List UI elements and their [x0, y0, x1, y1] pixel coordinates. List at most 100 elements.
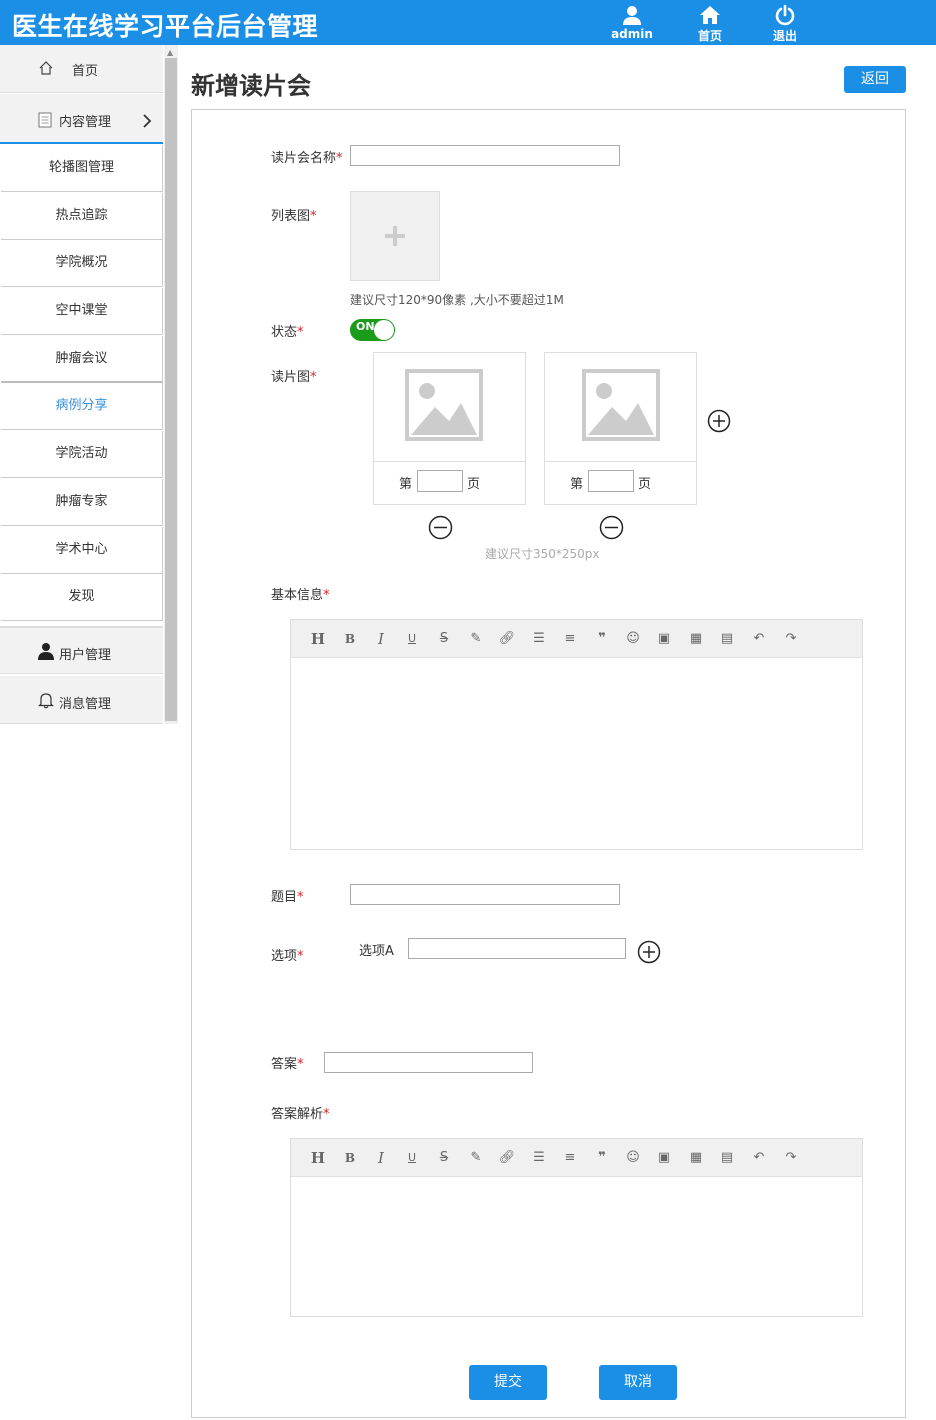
table-icon[interactable]: ▦ — [687, 1149, 705, 1167]
strikethrough-icon[interactable]: S — [435, 630, 453, 648]
sidebar-item-home[interactable]: 首页 — [0, 45, 163, 93]
answer-input[interactable] — [324, 1052, 533, 1073]
strikethrough-icon[interactable]: S — [435, 1149, 453, 1167]
sidebar-subitem[interactable]: 发现 — [1, 574, 163, 621]
remove-image-icon[interactable] — [428, 515, 453, 540]
image-icon[interactable]: ▣ — [655, 1149, 673, 1167]
question-input[interactable] — [350, 884, 620, 905]
list-image-upload[interactable] — [350, 191, 440, 281]
image-icon[interactable]: ▣ — [655, 630, 673, 648]
user-menu[interactable]: admin — [604, 4, 660, 41]
reading-image-card: 第 页 — [373, 352, 526, 505]
sidebar-subitem[interactable]: 热点追踪 — [1, 193, 163, 240]
undo-icon[interactable]: ↶ — [750, 630, 768, 648]
basic-info-editor: H B I U S ✎ 🔗︎ ☰ ≡ ❞ ☺ ▣ ▦ ▤ ↶ ↷ — [290, 619, 863, 850]
sidebar-subitem-label: 肿瘤会议 — [55, 351, 108, 366]
sidebar-item-messages[interactable]: 消息管理 — [0, 676, 163, 724]
plus-icon — [385, 226, 405, 246]
name-input[interactable] — [350, 145, 620, 166]
user-icon — [623, 6, 641, 25]
redo-icon[interactable]: ↷ — [782, 630, 800, 648]
pen-icon[interactable]: ✎ — [467, 630, 485, 648]
logout-label: 退出 — [772, 29, 797, 43]
document-icon — [38, 112, 52, 128]
page-title: 新增读片会 — [191, 72, 311, 100]
logout-link[interactable]: 退出 — [757, 4, 813, 44]
italic-icon[interactable]: I — [372, 630, 390, 648]
underline-icon[interactable]: U — [403, 1149, 421, 1167]
pen-icon[interactable]: ✎ — [467, 1149, 485, 1167]
image-placeholder-icon — [582, 369, 660, 441]
page-number-input[interactable] — [417, 470, 463, 492]
sidebar-subitem[interactable]: 空中课堂 — [1, 288, 163, 335]
status-toggle[interactable]: ON — [350, 319, 395, 341]
submit-button[interactable]: 提交 — [469, 1365, 547, 1400]
reading-image-hint: 建议尺寸350*250px — [485, 547, 600, 561]
list-icon[interactable]: ☰ — [530, 1149, 548, 1167]
sidebar-item-home-label: 首页 — [72, 64, 99, 79]
sidebar-subitem-label: 空中课堂 — [55, 303, 108, 318]
top-home-label: 首页 — [697, 29, 722, 43]
list-image-label: 列表图* — [271, 209, 317, 224]
basic-info-label: 基本信息* — [271, 588, 330, 603]
italic-icon[interactable]: I — [372, 1149, 390, 1167]
back-button[interactable]: 返回 — [844, 66, 906, 93]
reading-image-slot[interactable] — [374, 353, 525, 462]
scroll-up-icon[interactable]: ▲ — [167, 48, 173, 57]
image-placeholder-icon — [405, 369, 483, 441]
top-home-link[interactable]: 首页 — [682, 4, 738, 44]
sidebar-subitem-active[interactable]: 病例分享 — [1, 383, 163, 430]
emoji-icon[interactable]: ☺ — [624, 1149, 642, 1167]
sidebar-subitem-label: 轮播图管理 — [48, 160, 114, 175]
toggle-knob — [374, 320, 394, 340]
sidebar-scrollbar[interactable]: ▲ — [164, 45, 178, 724]
editor-content-area[interactable] — [291, 659, 862, 849]
add-image-icon[interactable] — [707, 409, 731, 433]
quote-icon[interactable]: ❞ — [593, 630, 611, 648]
link-icon[interactable]: 🔗︎ — [498, 1149, 516, 1167]
option-a-label: 选项A — [359, 944, 394, 959]
options-label: 选项* — [271, 949, 304, 964]
cancel-button[interactable]: 取消 — [599, 1365, 677, 1400]
add-option-icon[interactable] — [637, 940, 661, 964]
remove-image-icon[interactable] — [599, 515, 624, 540]
editor-toolbar: H B I U S ✎ 🔗︎ ☰ ≡ ❞ ☺ ▣ ▦ ▤ ↶ ↷ — [291, 1139, 862, 1177]
sidebar-subitem[interactable]: 学院概况 — [1, 240, 163, 287]
sidebar-item-content-label: 内容管理 — [59, 115, 112, 130]
heading-icon[interactable]: H — [309, 1149, 327, 1167]
sidebar-subitem[interactable]: 肿瘤会议 — [1, 336, 163, 383]
bold-icon[interactable]: B — [341, 1149, 359, 1167]
sidebar-subitem[interactable]: 轮播图管理 — [1, 145, 163, 192]
list-image-hint: 建议尺寸120*90像素 ,大小不要超过1M — [350, 293, 564, 307]
undo-icon[interactable]: ↶ — [750, 1149, 768, 1167]
app-title: 医生在线学习平台后台管理 — [12, 12, 319, 41]
sidebar-item-content[interactable]: 内容管理 — [0, 94, 163, 144]
reading-image-slot[interactable] — [545, 353, 696, 462]
align-icon[interactable]: ≡ — [561, 1149, 579, 1167]
table-icon[interactable]: ▦ — [687, 630, 705, 648]
redo-icon[interactable]: ↷ — [782, 1149, 800, 1167]
sidebar-subitem[interactable]: 学术中心 — [1, 527, 163, 574]
video-icon[interactable]: ▤ — [718, 1149, 736, 1167]
chevron-right-icon — [143, 114, 152, 128]
underline-icon[interactable]: U — [403, 630, 421, 648]
editor-content-area[interactable] — [291, 1178, 862, 1316]
sidebar-subitem[interactable]: 肿瘤专家 — [1, 479, 163, 526]
page-number-input[interactable] — [588, 470, 634, 492]
sidebar-subitem[interactable]: 学院活动 — [1, 431, 163, 478]
option-a-input[interactable] — [408, 938, 626, 959]
video-icon[interactable]: ▤ — [718, 630, 736, 648]
sidebar-item-users[interactable]: 用户管理 — [0, 626, 163, 674]
align-icon[interactable]: ≡ — [561, 630, 579, 648]
quote-icon[interactable]: ❞ — [593, 1149, 611, 1167]
link-icon[interactable]: 🔗︎ — [498, 630, 516, 648]
editor-toolbar: H B I U S ✎ 🔗︎ ☰ ≡ ❞ ☺ ▣ ▦ ▤ ↶ ↷ — [291, 620, 862, 658]
bold-icon[interactable]: B — [341, 630, 359, 648]
emoji-icon[interactable]: ☺ — [624, 630, 642, 648]
scrollbar-thumb[interactable] — [165, 58, 177, 721]
analysis-editor: H B I U S ✎ 🔗︎ ☰ ≡ ❞ ☺ ▣ ▦ ▤ ↶ ↷ — [290, 1138, 863, 1317]
heading-icon[interactable]: H — [309, 630, 327, 648]
top-header: 医生在线学习平台后台管理 admin 首页 退出 — [0, 0, 936, 45]
list-icon[interactable]: ☰ — [530, 630, 548, 648]
sidebar-subitem-label: 发现 — [68, 589, 95, 604]
